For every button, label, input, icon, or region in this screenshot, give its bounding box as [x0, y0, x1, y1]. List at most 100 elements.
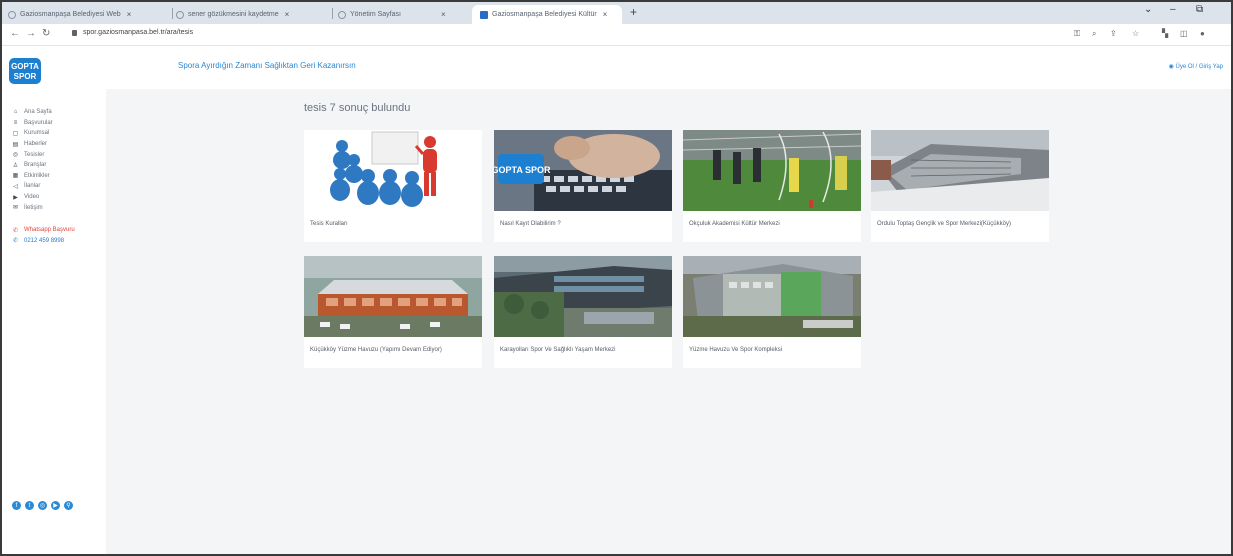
- extensions-icon[interactable]: ▚: [1162, 29, 1168, 38]
- url-field[interactable]: spor.gaziosmanpasa.bel.tr/ara/tesis: [72, 29, 193, 36]
- url-text: spor.gaziosmanpasa.bel.tr/ara/tesis: [83, 29, 194, 36]
- facility-card[interactable]: GOPTA SPOR Nasıl Kayıt Olabilirim ?: [494, 130, 672, 242]
- page: GOPTA SPOR ⌂ Ana Sayfa ≡ Başvurular ▢ Kurum…: [2, 47, 1231, 554]
- tab-title: sener gözükmesini kaydetme: [188, 11, 279, 18]
- location-icon: ◎: [12, 152, 19, 159]
- card-caption: Küçükköy Yüzme Havuzu (Yapımı Devam Ediy…: [310, 347, 442, 353]
- star-icon[interactable]: ☆: [1132, 29, 1139, 38]
- sidepanel-icon[interactable]: ◫: [1180, 29, 1188, 38]
- facility-card[interactable]: Yüzme Havuzu Ve Spor Kompleksi: [683, 256, 861, 368]
- card-image: [304, 130, 482, 211]
- sidebar-item-haberler[interactable]: ▤ Haberler: [12, 139, 75, 150]
- zoom-icon[interactable]: ⌕: [1092, 29, 1096, 39]
- sidebar-item-ilanlar[interactable]: ◁ İlanlar: [12, 181, 75, 192]
- social-links: f t ◎ ▶ ⚲: [12, 501, 73, 510]
- map-pin-icon[interactable]: ⚲: [64, 501, 73, 510]
- card-image: [683, 130, 861, 211]
- phone-icon: ✆: [12, 238, 19, 245]
- tab-title: Gaziosmanpaşa Belediyesi Kültür: [492, 11, 597, 18]
- facility-card[interactable]: Okçuluk Akademisi Kültür Merkezi: [683, 130, 861, 242]
- tab-title: Yönetim Sayfası: [350, 11, 401, 18]
- card-caption: Ordulu Toptaş Gençlik ve Spor Merkezi(Kü…: [877, 221, 1011, 227]
- phone-link[interactable]: ✆ 0212 459 8998: [12, 236, 75, 247]
- login-link[interactable]: ◉ Üye Ol / Giriş Yap: [1169, 63, 1223, 70]
- sidebar-item-basvurular[interactable]: ≡ Başvurular: [12, 118, 75, 129]
- results-title: tesis 7 sonuç bulundu: [304, 102, 411, 114]
- user-icon: ◉: [1168, 64, 1176, 70]
- close-icon[interactable]: ×: [441, 10, 446, 19]
- sidebar-nav: ⌂ Ana Sayfa ≡ Başvurular ▢ Kurumsal ▤ Haberl…: [12, 107, 75, 246]
- sidebar-item-ana-sayfa[interactable]: ⌂ Ana Sayfa: [12, 107, 75, 118]
- site-favicon-icon: [480, 10, 488, 19]
- home-icon: ⌂: [13, 109, 18, 116]
- sidebar-item-video[interactable]: ▶ Video: [12, 192, 75, 203]
- forward-arrow-icon[interactable]: →: [26, 28, 36, 39]
- profile-icon[interactable]: ●: [1200, 29, 1205, 38]
- sidebar-item-label: Başvurular: [24, 119, 53, 126]
- trophy-icon: ♙: [12, 162, 19, 169]
- sidebar-item-label: Tesisler: [24, 151, 45, 158]
- site-logo[interactable]: GOPTA SPOR: [8, 57, 42, 85]
- close-icon[interactable]: ×: [127, 10, 132, 19]
- facility-card[interactable]: Karayolları Spor Ve Sağlıklı Yaşam Merke…: [494, 256, 672, 368]
- tab-2[interactable]: sener gözükmesini kaydetme ×: [176, 5, 326, 24]
- tab-strip: Gaziosmanpaşa Belediyesi Web × sener göz…: [2, 2, 1231, 24]
- close-icon[interactable]: ×: [603, 10, 608, 19]
- sidebar-item-etkinlikler[interactable]: ▦ Etkinlikler: [12, 171, 75, 182]
- restore-icon[interactable]: ⧉: [1196, 4, 1203, 15]
- sidebar-item-label: Etkinlikler: [24, 172, 50, 179]
- sidebar-item-tesisler[interactable]: ◎ Tesisler: [12, 149, 75, 160]
- back-arrow-icon[interactable]: ←: [10, 28, 20, 39]
- card-caption: Nasıl Kayıt Olabilirim ?: [500, 221, 561, 227]
- twitter-icon[interactable]: t: [25, 501, 34, 510]
- card-image: [304, 256, 482, 337]
- whatsapp-link[interactable]: ✆ Whatsapp Başvuru: [12, 225, 75, 236]
- globe-icon: [176, 10, 184, 19]
- megaphone-icon: ◁: [13, 183, 18, 190]
- sidebar-item-iletisim[interactable]: ✉ İletişim: [12, 202, 75, 213]
- card-image: GOPTA SPOR: [494, 130, 672, 211]
- minimize-icon[interactable]: –: [1170, 4, 1176, 15]
- card-caption: Karayolları Spor Ve Sağlıklı Yaşam Merke…: [500, 347, 616, 353]
- sidebar: GOPTA SPOR ⌂ Ana Sayfa ≡ Başvurular ▢ Kurum…: [2, 47, 106, 554]
- browser-window: Gaziosmanpaşa Belediyesi Web × sener göz…: [0, 0, 1233, 556]
- close-icon[interactable]: ×: [285, 10, 290, 19]
- globe-icon: [8, 10, 16, 19]
- address-bar-row: ← → ↻ spor.gaziosmanpasa.bel.tr/ara/tesi…: [2, 24, 1231, 46]
- reload-icon[interactable]: ↻: [42, 28, 50, 39]
- svg-text:SPOR: SPOR: [14, 72, 37, 81]
- key-icon[interactable]: ⚿: [1074, 29, 1080, 39]
- tab-1[interactable]: Gaziosmanpaşa Belediyesi Web ×: [8, 5, 168, 24]
- sidebar-item-label: İlanlar: [24, 183, 41, 190]
- sidebar-item-label: Kurumsal: [24, 130, 50, 137]
- tab-4-active[interactable]: Gaziosmanpaşa Belediyesi Kültür ×: [472, 5, 622, 24]
- card-caption: Yüzme Havuzu Ve Spor Kompleksi: [689, 347, 783, 353]
- card-image: [871, 130, 1049, 211]
- login-label: Üye Ol / Giriş Yap: [1175, 64, 1223, 70]
- video-icon: ▶: [13, 194, 18, 201]
- instagram-icon[interactable]: ◎: [38, 501, 47, 510]
- svg-text:GOPTA SPOR: GOPTA SPOR: [494, 165, 551, 175]
- share-icon[interactable]: ⇪: [1110, 29, 1117, 38]
- card-caption: Okçuluk Akademisi Kültür Merkezi: [689, 221, 780, 227]
- card-image: [494, 256, 672, 337]
- whatsapp-label: Whatsapp Başvuru: [24, 227, 75, 234]
- sidebar-item-kurumsal[interactable]: ▢ Kurumsal: [12, 128, 75, 139]
- youtube-icon[interactable]: ▶: [51, 501, 60, 510]
- site-header: Spora Ayırdığın Zamanı Sağlıktan Geri Ka…: [106, 47, 1231, 89]
- lock-icon: [72, 29, 77, 36]
- svg-text:GOPTA: GOPTA: [11, 62, 39, 71]
- chevron-down-icon[interactable]: ⌄: [1144, 4, 1152, 15]
- list-icon: ≡: [13, 119, 18, 126]
- tab-3[interactable]: Yönetim Sayfası ×: [338, 5, 468, 24]
- facebook-icon[interactable]: f: [12, 501, 21, 510]
- building-icon: ▢: [12, 130, 19, 137]
- facility-card[interactable]: Ordulu Toptaş Gençlik ve Spor Merkezi(Kü…: [871, 130, 1049, 242]
- tab-title: Gaziosmanpaşa Belediyesi Web: [20, 11, 121, 18]
- sidebar-item-label: Video: [24, 194, 40, 201]
- facility-card[interactable]: Küçükköy Yüzme Havuzu (Yapımı Devam Ediy…: [304, 256, 482, 368]
- new-tab-icon[interactable]: +: [630, 5, 637, 19]
- facility-card[interactable]: Tesis Kuralları: [304, 130, 482, 242]
- globe-icon: [338, 10, 346, 19]
- sidebar-item-branslar[interactable]: ♙ Branşlar: [12, 160, 75, 171]
